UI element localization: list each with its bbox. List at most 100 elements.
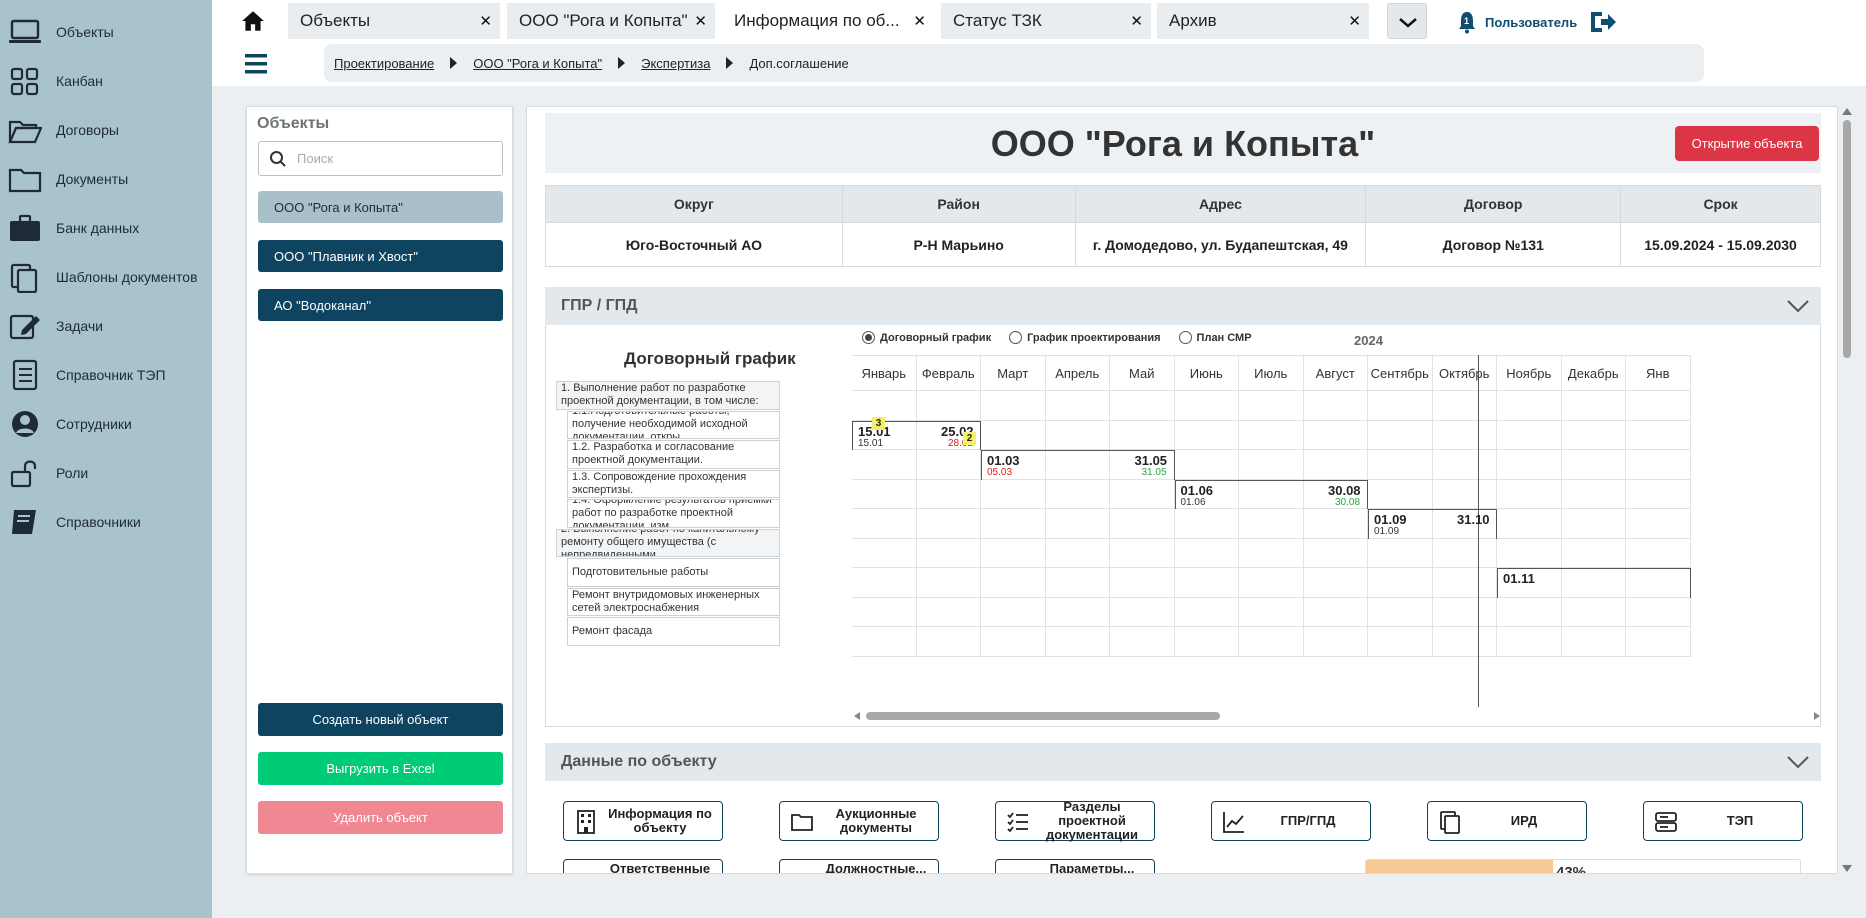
grid-cell	[1110, 568, 1175, 598]
close-icon[interactable]: ✕	[913, 12, 926, 30]
edit-icon	[9, 314, 40, 340]
close-icon[interactable]: ✕	[694, 12, 707, 30]
grid-cell	[1561, 420, 1626, 450]
sidebar-item-folder[interactable]: Документы	[0, 159, 212, 199]
sidebar-item-label: Сотрудники	[56, 416, 132, 432]
object-list-item[interactable]: ООО "Плавник и Хвост"	[258, 240, 503, 272]
tab-2[interactable]: Информация по об... ✕	[722, 3, 934, 39]
grid-cell	[1626, 479, 1691, 509]
object-list-item[interactable]: АО "Водоканал"	[258, 289, 503, 321]
event-badge: 2	[963, 431, 976, 445]
schedule-type-radio[interactable]: Договорный график	[862, 331, 991, 344]
task-label: 1.1.Подготовительные работы, получение н…	[572, 410, 748, 439]
chevron-down-icon[interactable]	[1787, 755, 1809, 769]
breadcrumb-item[interactable]: Проектирование	[334, 56, 434, 71]
logout-icon[interactable]	[1589, 10, 1617, 34]
object-data-button-checklist[interactable]: Разделы проектной документации	[995, 800, 1155, 842]
tab-label: ООО "Рога и Копыта"	[519, 11, 688, 30]
radio-button[interactable]	[1009, 331, 1023, 344]
sidebar-item-label: Договоры	[56, 122, 119, 138]
delete-object-button[interactable]: Удалить объект	[258, 801, 503, 834]
radio-label: Договорный график	[880, 331, 992, 344]
object-data-button-server[interactable]: ТЭП	[1643, 801, 1803, 841]
object-data-button-partial[interactable]: Ответственные за...	[563, 859, 723, 874]
open-object-button[interactable]: Открытие объекта	[1675, 126, 1819, 161]
sidebar-item-briefcase[interactable]: Банк данных	[0, 208, 212, 248]
search-input[interactable]	[297, 151, 492, 166]
close-icon[interactable]: ✕	[1348, 12, 1361, 30]
gpr-section-header[interactable]: ГПР / ГПД	[545, 287, 1821, 325]
sidebar-item-folder-open[interactable]: Договоры	[0, 110, 212, 150]
user-menu[interactable]: 1 Пользователь	[1457, 10, 1617, 34]
radio-button[interactable]	[862, 331, 875, 344]
object-data-button-chart-line[interactable]: ГПР/ГПД	[1211, 801, 1371, 841]
schedule-type-radio[interactable]: План СМР	[1178, 331, 1252, 344]
sidebar-item-edit[interactable]: Задачи	[0, 306, 212, 346]
close-icon[interactable]: ✕	[1130, 12, 1143, 30]
object-data-button-folder[interactable]: Аукционные документы	[779, 801, 939, 841]
sidebar-item-book[interactable]: Справочники	[0, 502, 212, 542]
sidebar-item-list[interactable]: Справочник ТЭП	[0, 355, 212, 395]
home-icon[interactable]	[240, 8, 266, 34]
sidebar-item-kanban[interactable]: Канбан	[0, 61, 212, 101]
horizontal-scrollbar[interactable]	[852, 709, 1822, 723]
bell-icon[interactable]: 1	[1457, 10, 1477, 34]
grid-cell	[1045, 568, 1110, 598]
month-header: Январь	[852, 355, 917, 391]
grid-cell	[1303, 568, 1368, 598]
tabs-dropdown-button[interactable]	[1387, 3, 1427, 39]
grid-cell	[981, 568, 1046, 598]
grid-cell	[1174, 597, 1239, 627]
breadcrumb-item[interactable]: ООО "Рога и Копыта"	[473, 56, 602, 71]
object-data-section-header[interactable]: Данные по объекту	[545, 743, 1821, 781]
button-label: Ответственные за...	[609, 861, 711, 874]
close-icon[interactable]: ✕	[479, 12, 492, 30]
grid-cell	[852, 627, 917, 657]
create-object-button[interactable]: Создать новый объект	[258, 703, 503, 736]
export-excel-button[interactable]: Выгрузить в Excel	[258, 752, 503, 785]
grid-cell	[1239, 538, 1304, 568]
sidebar-item-laptop[interactable]: Объекты	[0, 12, 212, 52]
object-list-item[interactable]: ООО "Рога и Копыта"	[258, 191, 503, 223]
grid-cell	[1110, 479, 1175, 509]
breadcrumb-item[interactable]: Экспертиза	[641, 56, 710, 71]
object-data-button-building[interactable]: Информация по объекту	[563, 801, 723, 841]
event-badge: 3	[872, 416, 885, 430]
grid-cell	[1303, 450, 1368, 480]
tab-3[interactable]: Статус ТЗК ✕	[941, 3, 1151, 39]
grid-cell	[1174, 450, 1239, 480]
sidebar-item-copy[interactable]: Шаблоны документов	[0, 257, 212, 297]
unlock-icon	[10, 460, 37, 488]
object-data-button-documents[interactable]: ИРД	[1427, 801, 1587, 841]
sidebar-item-unlock[interactable]: Роли	[0, 453, 212, 493]
grid-cell	[1110, 509, 1175, 539]
object-info-table: Округ Район Адрес Договор Срок Юго-Восточный…	[545, 185, 1821, 267]
progress-fill	[1366, 860, 1553, 873]
grid-cell	[981, 479, 1046, 509]
grid-cell	[1626, 597, 1691, 627]
radio-button[interactable]	[1178, 331, 1192, 344]
sidebar-item-label: Задачи	[56, 318, 104, 334]
tab-4[interactable]: Архив ✕	[1157, 3, 1369, 39]
object-data-button-partial[interactable]: Параметры...	[995, 859, 1155, 873]
schedule-task-row: 1.2. Разработка и согласование проектной…	[567, 440, 780, 469]
month-header: Декабрь	[1561, 355, 1626, 391]
schedule-task-row: 1.3. Сопровождение прохождения экспертиз…	[567, 469, 780, 498]
tab-0[interactable]: Объекты ✕	[288, 3, 500, 39]
month-header: Февраль	[916, 355, 981, 391]
menu-icon[interactable]	[245, 52, 267, 76]
sidebar-item-user[interactable]: Сотрудники	[0, 404, 212, 444]
tab-1[interactable]: ООО "Рога и Копыта" ✕	[507, 3, 715, 39]
gpr-section-body: Договорный график 1. Выполнение работ по…	[545, 325, 1821, 727]
vertical-scrollbar[interactable]	[1840, 106, 1854, 874]
grid-cell	[1045, 509, 1110, 539]
object-data-button-partial[interactable]: Должностные...	[779, 859, 939, 874]
schedule-type-radio[interactable]: График проектирования	[1009, 331, 1161, 344]
chevron-down-icon[interactable]	[1787, 299, 1809, 313]
grid-cell	[1045, 538, 1110, 568]
grid-cell	[981, 391, 1046, 421]
page-title: ООО "Рога и Копыта"	[990, 123, 1376, 164]
grid-cell	[916, 450, 981, 480]
grid-cell	[852, 538, 917, 568]
button-label: Должностные...	[825, 861, 927, 874]
